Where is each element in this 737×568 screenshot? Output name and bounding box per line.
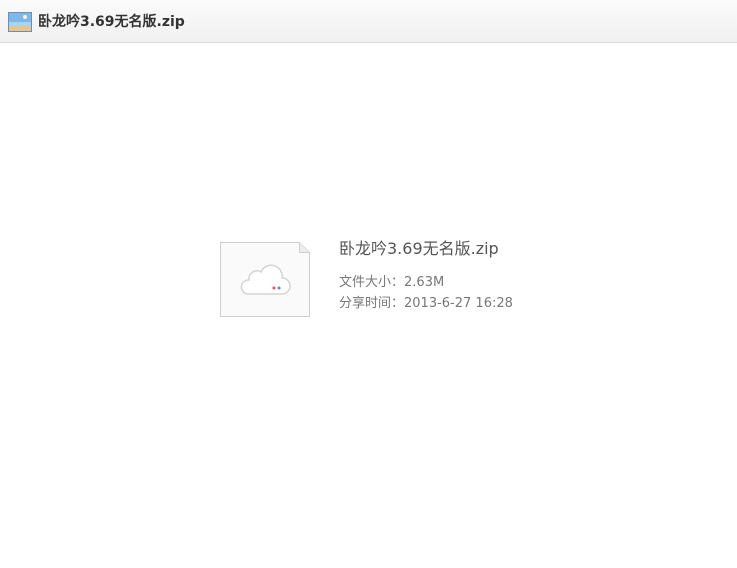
header-bar: 卧龙吟3.69无名版.zip (0, 0, 737, 43)
share-time-label: 分享时间： (339, 296, 405, 311)
file-meta: 文件大小：2.63M 分享时间：2013-6-27 16:28 (339, 272, 719, 314)
page: 卧龙吟3.69无名版.zip 卧龙吟3.69无名版.zip 文件大小：2.63M… (0, 0, 737, 568)
page-title: 卧龙吟3.69无名版.zip (38, 14, 185, 30)
image-file-icon (8, 12, 32, 32)
file-name: 卧龙吟3.69无名版.zip (339, 239, 499, 258)
file-info: 卧龙吟3.69无名版.zip 文件大小：2.63M 分享时间：2013-6-27… (339, 238, 719, 314)
share-time-row: 分享时间：2013-6-27 16:28 (339, 293, 719, 314)
file-size-label: 文件大小： (339, 275, 405, 290)
file-size-value: 2.63M (404, 275, 445, 290)
file-size-row: 文件大小：2.63M (339, 272, 719, 293)
share-time-value: 2013-6-27 16:28 (404, 296, 513, 311)
file-preview (220, 242, 310, 317)
